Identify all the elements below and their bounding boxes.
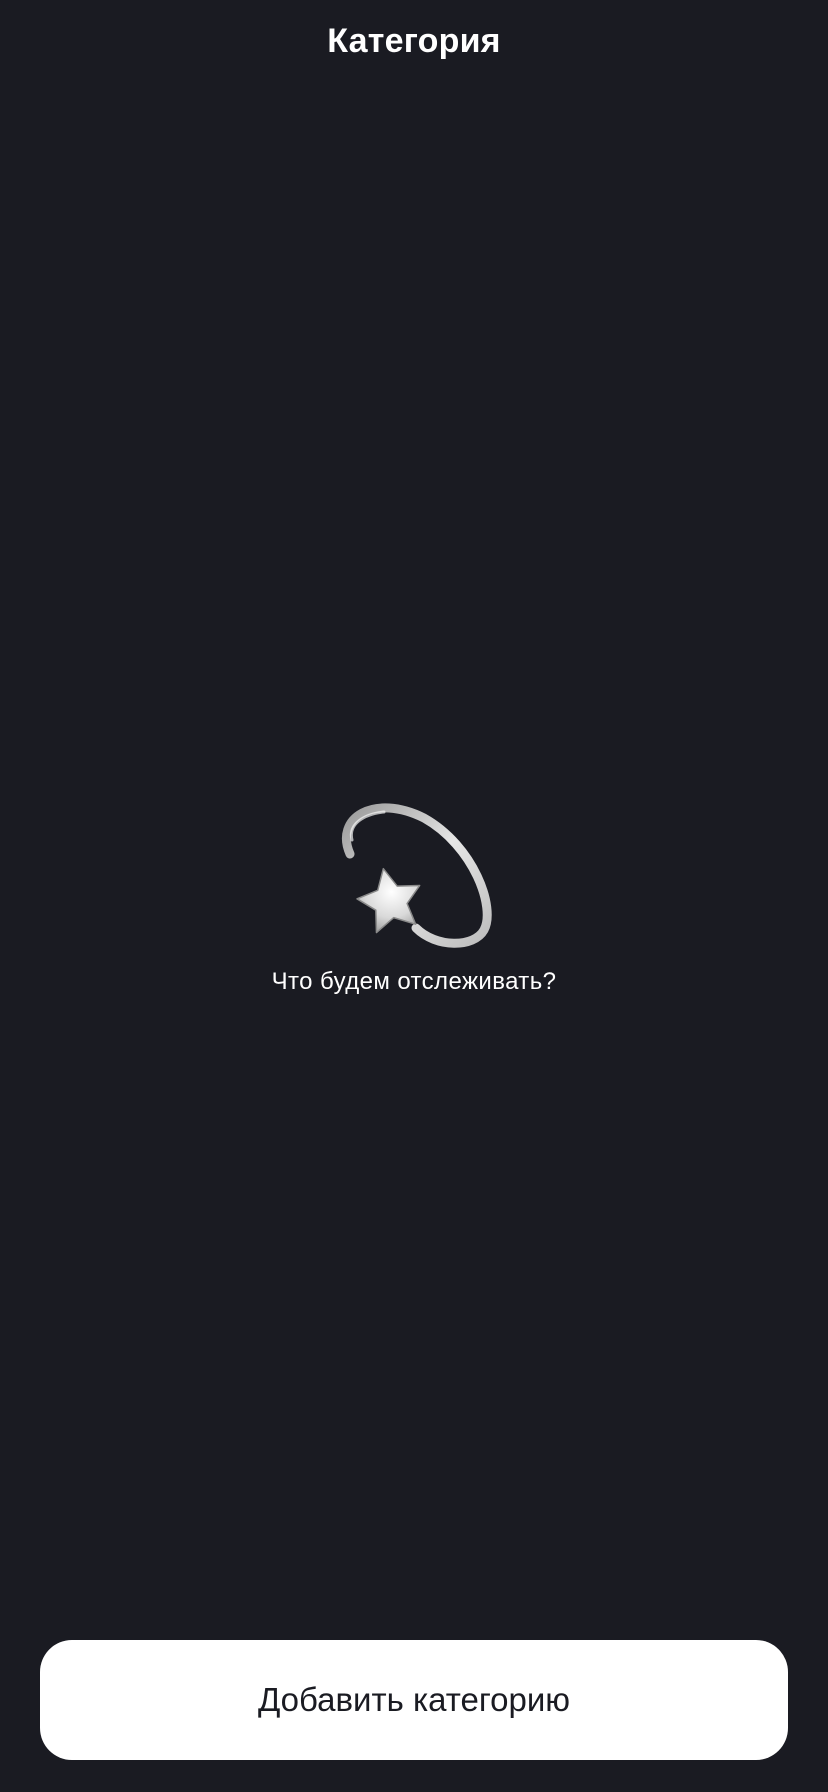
dizzy-star-icon [341, 803, 492, 948]
empty-state-message: Что будем отслеживать? [271, 968, 557, 995]
page-title: Категория [327, 22, 501, 60]
add-category-button[interactable]: Добавить категорию [40, 1640, 788, 1760]
empty-state: Что будем отслеживать? [0, 788, 828, 996]
categories-screen: Категория Что будем отслеживать? Добавит… [0, 0, 828, 1792]
